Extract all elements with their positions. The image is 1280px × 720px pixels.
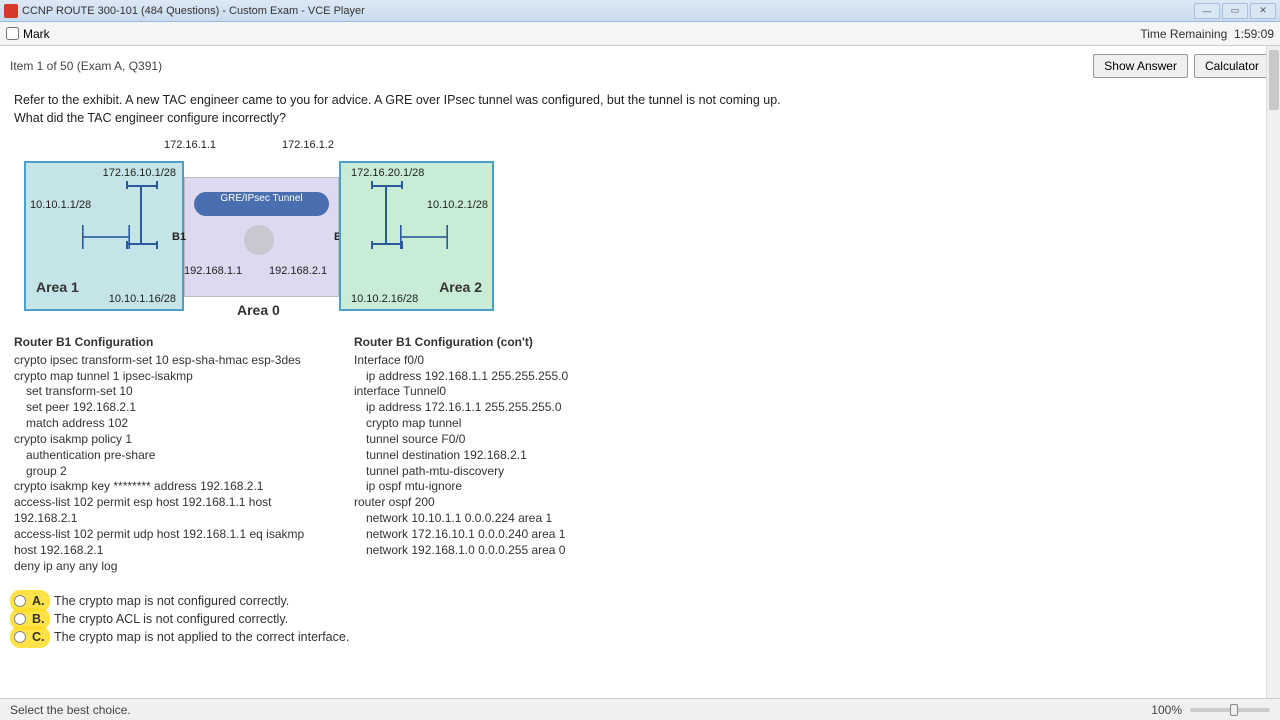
zoom-slider[interactable]: [1190, 708, 1270, 712]
a1-left-ip: 10.10.1.1/28: [30, 199, 91, 211]
window-titlebar: CCNP ROUTE 300-101 (484 Questions) - Cus…: [0, 0, 1280, 22]
answer-list: A. The crypto map is not configured corr…: [14, 592, 1266, 646]
answer-b[interactable]: B. The crypto ACL is not configured corr…: [14, 610, 1266, 628]
config-left-hdr: Router B1 Configuration: [14, 335, 314, 351]
item-toolbar: Item 1 of 50 (Exam A, Q391) Show Answer …: [0, 46, 1280, 86]
area1-label: Area 1: [36, 279, 79, 295]
config-left: Router B1 Configuration crypto ipsec tra…: [14, 335, 314, 574]
a1-bot-ip: 10.10.1.16/28: [109, 293, 176, 305]
cloud-icon: [244, 225, 274, 255]
close-button[interactable]: ✕: [1250, 3, 1276, 19]
area2-label: Area 2: [439, 279, 482, 295]
a2-top-ip: 172.16.20.1/28: [351, 167, 424, 179]
question-text: Refer to the exhibit. A new TAC engineer…: [14, 92, 1266, 127]
area0-label: Area 0: [237, 302, 280, 318]
config-right-hdr: Router B1 Configuration (con't): [354, 335, 568, 351]
zoom-percent: 100%: [1151, 703, 1182, 717]
mark-checkbox[interactable]: [6, 27, 19, 40]
a2-right-ip: 10.10.2.1/28: [427, 199, 488, 211]
item-counter: Item 1 of 50 (Exam A, Q391): [10, 59, 162, 73]
r1-label: B1: [172, 231, 186, 243]
question-content: Refer to the exhibit. A new TAC engineer…: [0, 86, 1280, 696]
answer-a[interactable]: A. The crypto map is not configured corr…: [14, 592, 1266, 610]
status-instruction: Select the best choice.: [10, 703, 131, 717]
window-title: CCNP ROUTE 300-101 (484 Questions) - Cus…: [22, 5, 1194, 17]
radio-a[interactable]: [14, 595, 26, 607]
mark-bar: Mark Time Remaining 1:59:09: [0, 22, 1280, 46]
config-right: Router B1 Configuration (con't) Interfac…: [354, 335, 568, 574]
area1-box: 172.16.10.1/28 10.10.1.1/28 10.10.1.16/2…: [24, 161, 184, 311]
timer: Time Remaining 1:59:09: [1140, 27, 1274, 41]
tunnel-label: GRE/IPsec Tunnel: [194, 192, 329, 216]
r1-ip: 192.168.1.1: [184, 265, 242, 277]
ip-tunnel-right: 172.16.1.2: [282, 139, 334, 151]
vertical-scrollbar[interactable]: [1266, 46, 1280, 698]
window-buttons: — ▭ ✕: [1194, 3, 1276, 19]
r2-ip: 192.168.2.1: [269, 265, 327, 277]
a1-top-ip: 172.16.10.1/28: [103, 167, 176, 179]
show-answer-button[interactable]: Show Answer: [1093, 54, 1188, 78]
mark-label: Mark: [23, 27, 50, 41]
radio-b[interactable]: [14, 613, 26, 625]
calculator-button[interactable]: Calculator: [1194, 54, 1270, 78]
zoom-thumb[interactable]: [1230, 704, 1238, 716]
status-bar: Select the best choice. 100%: [0, 698, 1280, 720]
minimize-button[interactable]: —: [1194, 3, 1220, 19]
app-icon: [4, 4, 18, 18]
answer-c[interactable]: C. The crypto map is not applied to the …: [14, 628, 1266, 646]
network-diagram: 172.16.1.1 172.16.1.2 172.16.10.1/28 10.…: [14, 137, 494, 327]
config-columns: Router B1 Configuration crypto ipsec tra…: [14, 335, 1266, 574]
area2-box: 172.16.20.1/28 10.10.2.1/28 10.10.2.16/2…: [339, 161, 494, 311]
scrollbar-thumb[interactable]: [1269, 50, 1279, 110]
ip-tunnel-left: 172.16.1.1: [164, 139, 216, 151]
radio-c[interactable]: [14, 631, 26, 643]
a2-bot-ip: 10.10.2.16/28: [351, 293, 418, 305]
maximize-button[interactable]: ▭: [1222, 3, 1248, 19]
